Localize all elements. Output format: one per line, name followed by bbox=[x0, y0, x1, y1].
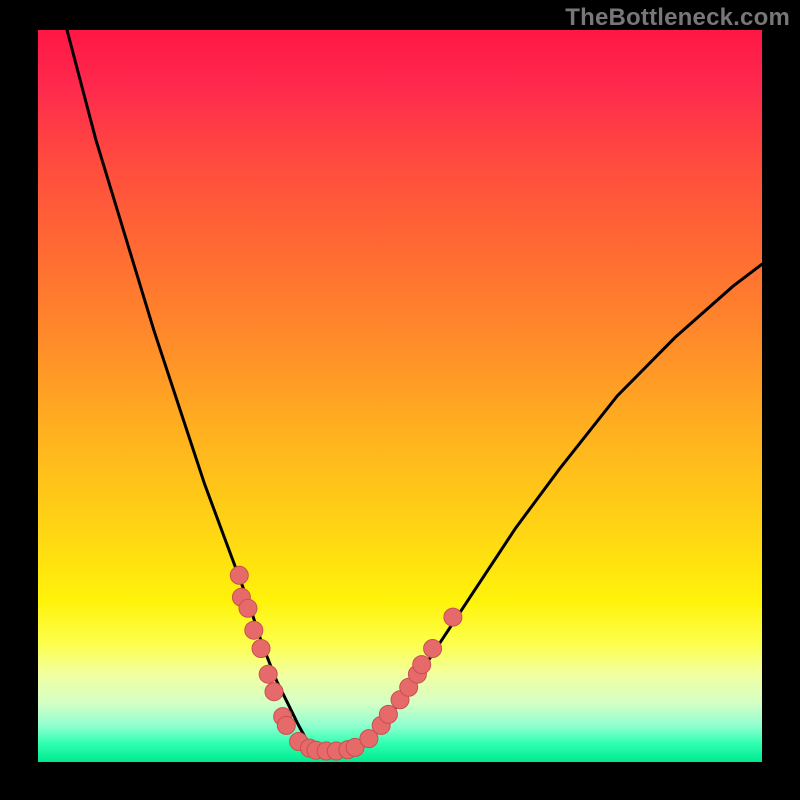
data-dot bbox=[277, 716, 295, 734]
data-dot bbox=[252, 640, 270, 658]
watermark-text: TheBottleneck.com bbox=[565, 4, 790, 32]
data-dot bbox=[245, 621, 263, 639]
bottleneck-curve bbox=[67, 30, 762, 752]
outer-frame: TheBottleneck.com bbox=[0, 0, 800, 800]
data-dot bbox=[259, 665, 277, 683]
data-dot bbox=[239, 599, 257, 617]
data-dot bbox=[413, 656, 431, 674]
data-dot bbox=[424, 640, 442, 658]
data-dots bbox=[230, 566, 462, 760]
chart-svg bbox=[38, 30, 762, 762]
data-dot bbox=[379, 705, 397, 723]
data-dot bbox=[230, 566, 248, 584]
data-dot bbox=[265, 683, 283, 701]
plot-area bbox=[38, 30, 762, 762]
data-dot bbox=[444, 608, 462, 626]
